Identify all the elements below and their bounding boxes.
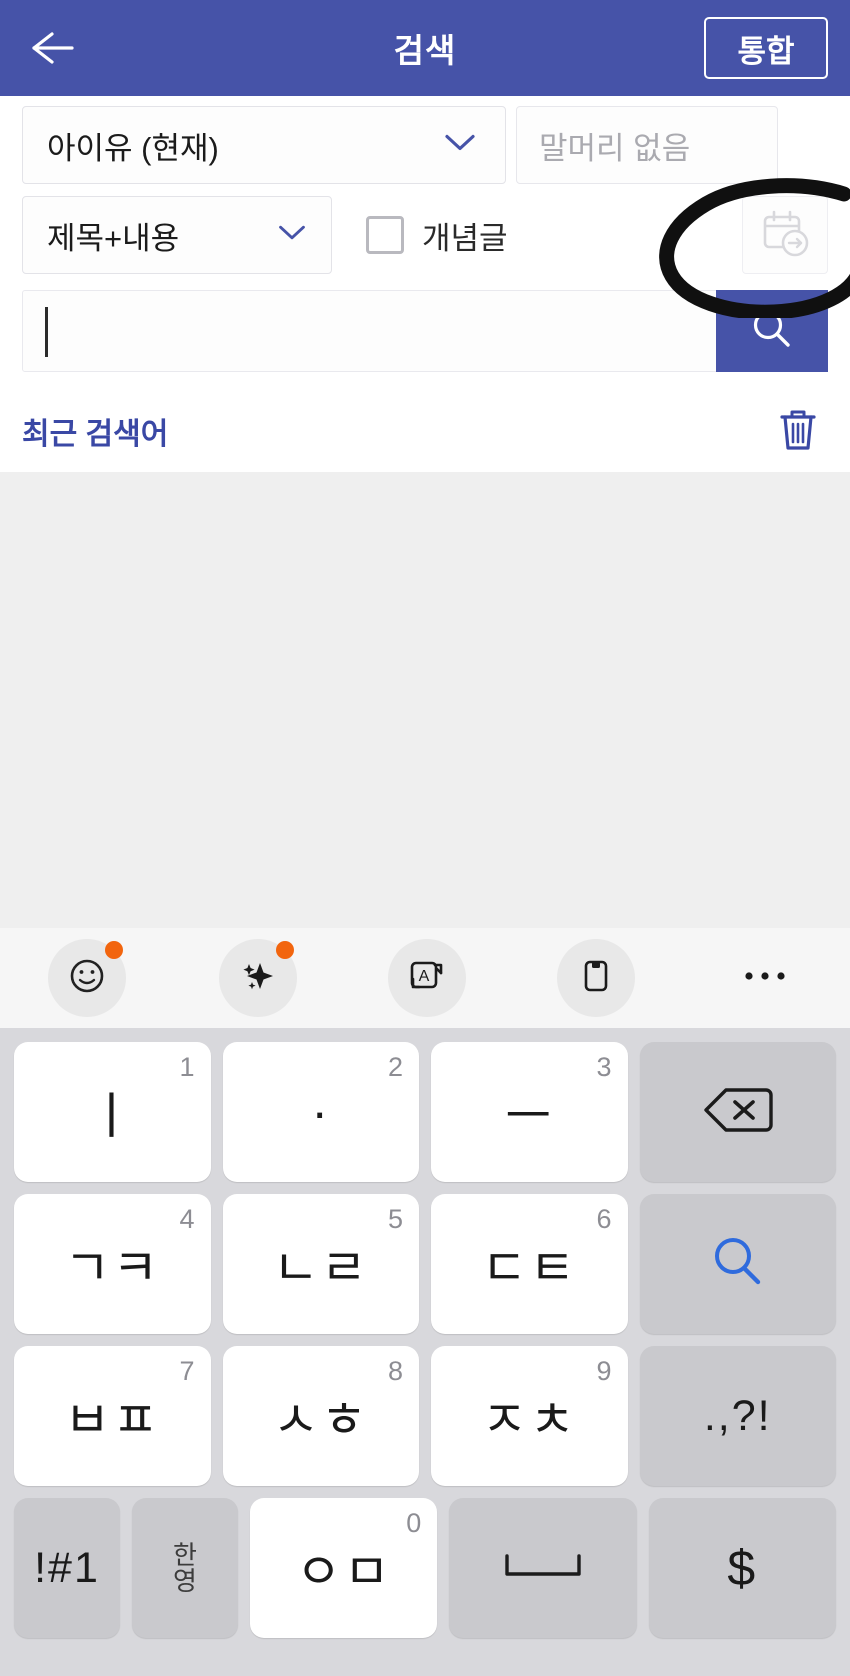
chevron-down-icon	[443, 132, 477, 159]
key-giyeok-kieuk[interactable]: 4 ㄱㅋ	[14, 1194, 211, 1334]
key-label: !#1	[34, 1543, 100, 1592]
key-ieung-mieum[interactable]: 0 ㅇㅁ	[250, 1498, 438, 1638]
chevron-down-icon	[277, 223, 307, 248]
key-label: ·	[311, 1084, 331, 1140]
emoji-badge-dot	[104, 941, 123, 959]
key-label: ㄱㅋ	[64, 1240, 161, 1296]
toolbar-slot-emoji	[0, 939, 174, 1017]
key-label: ㅡ	[505, 1088, 554, 1144]
filter-row-1: 아이유 (현재) 말머리 없음	[0, 96, 850, 192]
recent-searches-list	[0, 472, 850, 928]
clipboard-button[interactable]	[557, 939, 636, 1017]
text-caret	[45, 307, 48, 357]
more-options-button[interactable]	[726, 939, 804, 1017]
keyboard-toolbar: A	[0, 928, 850, 1028]
key-jieut-chieut[interactable]: 9 ㅈㅊ	[431, 1346, 628, 1486]
ai-badge-dot	[276, 941, 295, 959]
toolbar-slot-ai	[174, 939, 343, 1017]
search-key-icon	[707, 1231, 769, 1298]
key-i[interactable]: 1 ㅣ	[14, 1042, 211, 1182]
key-digeut-tieut[interactable]: 6 ㄷㅌ	[431, 1194, 628, 1334]
search-input[interactable]	[22, 290, 828, 372]
key-number: 5	[387, 1204, 403, 1234]
filter-section: 아이유 (현재) 말머리 없음 제목+내용 개념글	[0, 96, 850, 288]
key-number: 6	[596, 1204, 612, 1234]
keyboard-row-4: !#1 한 영 0 ㅇㅁ $	[8, 1492, 842, 1644]
sparkle-ai-icon	[236, 954, 280, 1003]
board-select[interactable]: 아이유 (현재)	[22, 106, 506, 184]
key-label: ㅂㅍ	[64, 1392, 161, 1448]
prefix-field[interactable]: 말머리 없음	[516, 106, 778, 184]
virtual-keyboard: 1 ㅣ 2 · 3 ㅡ 4 ㄱㅋ 5 ㄴㄹ 6 ㄷㅌ 7 ㅂㅍ 8 ㅅㅎ 9 ㅈ…	[0, 1028, 850, 1676]
key-number: 2	[387, 1052, 403, 1082]
keyboard-row-2: 4 ㄱㅋ 5 ㄴㄹ 6 ㄷㅌ	[8, 1188, 842, 1340]
key-number: 3	[596, 1052, 612, 1082]
key-backspace[interactable]	[639, 1042, 836, 1182]
key-dot[interactable]: 2 ·	[222, 1042, 419, 1182]
search-screen: 검색 통합 아이유 (현재) 말머리 없음 제목+내용 개념글 최근 검색어 A…	[0, 0, 850, 1676]
key-symbols[interactable]: !#1	[14, 1498, 120, 1638]
checkbox-box[interactable]	[366, 216, 404, 254]
key-punctuation[interactable]: .,?!	[639, 1346, 836, 1486]
backspace-icon	[702, 1084, 774, 1141]
key-siot-hieut[interactable]: 8 ㅅㅎ	[222, 1346, 419, 1486]
search-icon	[749, 306, 795, 357]
app-header: 검색 통합	[0, 0, 850, 96]
translate-button[interactable]: A	[388, 939, 467, 1017]
key-nieun-rieul[interactable]: 5 ㄴㄹ	[222, 1194, 419, 1334]
toolbar-slot-translate: A	[343, 939, 512, 1017]
key-label: $	[727, 1540, 758, 1596]
space-icon	[497, 1548, 589, 1589]
key-number: 8	[387, 1356, 403, 1386]
scope-select-value: 제목+내용	[47, 220, 180, 256]
key-label: ㅅㅎ	[272, 1392, 369, 1448]
recent-searches-header: 최근 검색어	[0, 395, 850, 471]
calendar-arrow-icon	[759, 207, 811, 264]
key-number: 7	[179, 1356, 195, 1386]
key-label: ㅣ	[88, 1088, 137, 1144]
clipboard-icon	[574, 954, 618, 1003]
key-bieup-pieup[interactable]: 7 ㅂㅍ	[14, 1346, 211, 1486]
ai-assist-button[interactable]	[219, 939, 298, 1017]
key-number: 9	[596, 1356, 612, 1386]
trash-icon	[776, 405, 820, 458]
emoji-button[interactable]	[47, 939, 126, 1017]
key-label: ㅈㅊ	[481, 1392, 578, 1448]
board-select-value: 아이유 (현재)	[47, 130, 219, 166]
prefix-placeholder: 말머리 없음	[539, 130, 691, 166]
key-eu[interactable]: 3 ㅡ	[431, 1042, 628, 1182]
clear-recent-button[interactable]	[770, 401, 826, 461]
key-language-toggle[interactable]: 한 영	[132, 1498, 238, 1638]
key-space[interactable]	[449, 1498, 637, 1638]
toolbar-slot-more	[681, 939, 850, 1017]
key-number: 4	[179, 1204, 195, 1234]
key-label: .,?!	[703, 1391, 772, 1440]
key-number: 1	[179, 1052, 195, 1082]
key-label: ㅇㅁ	[295, 1544, 392, 1600]
concept-checkbox-label: 개념글	[422, 220, 508, 256]
more-options-icon	[741, 968, 789, 989]
svg-text:A: A	[419, 968, 430, 985]
search-submit-button[interactable]	[716, 290, 828, 372]
key-label: ㄷㅌ	[481, 1240, 578, 1296]
key-label: ㄴㄹ	[272, 1240, 369, 1296]
filter-row-2: 제목+내용 개념글	[0, 192, 850, 288]
keyboard-row-3: 7 ㅂㅍ 8 ㅅㅎ 9 ㅈㅊ .,?!	[8, 1340, 842, 1492]
toolbar-slot-clipboard	[512, 939, 681, 1017]
translate-icon: A	[405, 954, 449, 1003]
recent-searches-label: 최근 검색어	[22, 418, 169, 451]
search-bar	[22, 290, 828, 372]
concept-checkbox[interactable]: 개념글	[366, 196, 508, 274]
lang-toggle-icon: 한 영	[173, 1540, 197, 1596]
emoji-icon	[65, 954, 109, 1003]
date-range-button[interactable]	[742, 196, 828, 274]
integrated-search-button[interactable]: 통합	[704, 17, 828, 79]
scope-select[interactable]: 제목+내용	[22, 196, 332, 274]
keyboard-row-1: 1 ㅣ 2 · 3 ㅡ	[8, 1036, 842, 1188]
key-number: 0	[406, 1508, 422, 1538]
key-dollar[interactable]: $	[648, 1498, 836, 1638]
key-search-enter[interactable]	[639, 1194, 836, 1334]
